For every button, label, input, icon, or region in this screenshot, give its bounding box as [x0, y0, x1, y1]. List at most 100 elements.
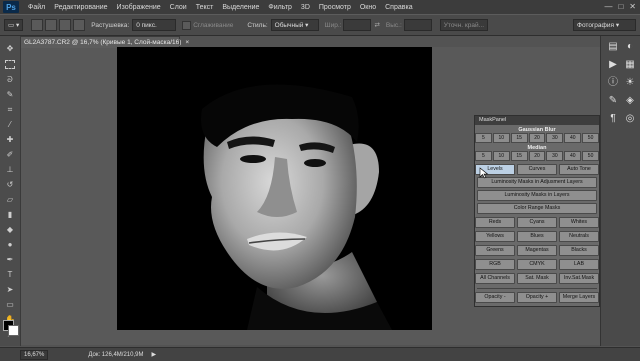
menu-edit[interactable]: Редактирование	[54, 4, 107, 11]
gaussian-30-button[interactable]: 30	[546, 133, 564, 143]
reds-button[interactable]: Reds	[475, 217, 515, 228]
antialias-checkbox[interactable]	[182, 20, 192, 30]
lab-button[interactable]: LAB	[559, 259, 599, 270]
blur-tool-icon[interactable]: ◆	[5, 225, 15, 235]
gradient-tool-icon[interactable]: ▮	[5, 210, 15, 220]
add-selection-icon[interactable]	[45, 19, 58, 31]
status-menu-arrow-icon[interactable]: ▶	[151, 351, 156, 358]
menu-window[interactable]: Окно	[360, 4, 376, 11]
dodge-tool-icon[interactable]: ●	[5, 240, 15, 250]
menu-view[interactable]: Просмотр	[319, 4, 351, 11]
opacity-minus-button[interactable]: Opacity -	[475, 292, 515, 303]
menu-layers[interactable]: Слои	[170, 4, 187, 11]
history-panel-icon[interactable]: ▤	[606, 40, 620, 54]
sat-mask-button[interactable]: Sat. Mask	[517, 273, 557, 284]
merge-layers-button[interactable]: Merge Layers	[559, 292, 599, 303]
tool-preset-picker[interactable]: ▭ ▾	[4, 19, 24, 31]
median-15-button[interactable]: 15	[510, 151, 528, 161]
crop-tool-icon[interactable]: ⌗	[5, 105, 15, 115]
shape-tool-icon[interactable]: ▭	[5, 300, 15, 310]
clone-stamp-tool-icon[interactable]: ⊥	[5, 165, 15, 175]
menu-filter[interactable]: Фильтр	[268, 4, 292, 11]
swap-icon[interactable]: ⇄	[374, 21, 379, 29]
cmyk-button[interactable]: CMYK	[517, 259, 557, 270]
menu-3d[interactable]: 3D	[301, 4, 310, 11]
gaussian-50-button[interactable]: 50	[582, 133, 600, 143]
all-channels-button[interactable]: All Channels	[475, 273, 515, 284]
paths-panel-icon[interactable]	[623, 94, 637, 108]
cyans-button[interactable]: Cyans	[517, 217, 557, 228]
lasso-tool-icon[interactable]: ᘐ	[5, 75, 15, 85]
close-tab-icon[interactable]: ×	[185, 39, 189, 46]
width-input[interactable]	[343, 19, 372, 31]
feather-input[interactable]: 0 пикс.	[132, 19, 177, 31]
blues-button[interactable]: Blues	[517, 231, 557, 242]
eyedropper-tool-icon[interactable]: ⁄	[5, 120, 15, 130]
minimize-icon[interactable]: —	[604, 2, 612, 11]
paragraph-panel-icon[interactable]: ¶	[606, 112, 620, 126]
healing-tool-icon[interactable]: ✚	[5, 135, 15, 145]
mask-panel-title[interactable]: MaskPanel	[475, 116, 599, 125]
zoom-level[interactable]: 16,67%	[20, 349, 49, 360]
channels-panel-icon[interactable]: ◎	[623, 112, 637, 126]
style-select[interactable]: Обычный ▾	[270, 19, 319, 31]
maximize-icon[interactable]: □	[618, 2, 623, 11]
median-40-button[interactable]: 40	[564, 151, 582, 161]
menu-select[interactable]: Выделение	[222, 4, 259, 11]
eraser-tool-icon[interactable]: ▱	[5, 195, 15, 205]
magentas-button[interactable]: Magentas	[517, 245, 557, 256]
menu-file[interactable]: Файл	[28, 4, 45, 11]
path-select-tool-icon[interactable]: ➤	[5, 285, 15, 295]
median-20-button[interactable]: 20	[528, 151, 546, 161]
brush-panel-icon[interactable]: ✎	[606, 94, 620, 108]
info-panel-icon[interactable]: ⓘ	[606, 76, 620, 90]
document-size: Док: 126,4M/210,9M	[88, 351, 144, 358]
luminosity-layers-button[interactable]: Luminosity Masks in Layers	[477, 190, 597, 201]
median-5-button[interactable]: 5	[475, 151, 492, 161]
new-selection-icon[interactable]	[31, 19, 44, 31]
workspace-select[interactable]: Фотография ▾	[573, 19, 636, 31]
color-panel-icon[interactable]: ◐	[623, 40, 637, 54]
menu-help[interactable]: Справка	[385, 4, 412, 11]
greens-button[interactable]: Greens	[475, 245, 515, 256]
actions-panel-icon[interactable]: ▶	[606, 58, 620, 72]
blacks-button[interactable]: Blacks	[559, 245, 599, 256]
neutrals-button[interactable]: Neutrals	[559, 231, 599, 242]
brush-tool-icon[interactable]: ✐	[5, 150, 15, 160]
median-50-button[interactable]: 50	[582, 151, 600, 161]
background-color-swatch[interactable]	[8, 325, 19, 336]
pen-tool-icon[interactable]: ✒	[5, 255, 15, 265]
luminosity-adjustment-layers-button[interactable]: Luminosity Masks in Adjusment Layers	[477, 177, 597, 188]
gaussian-5-button[interactable]: 5	[475, 133, 492, 143]
type-tool-icon[interactable]: T	[5, 270, 15, 280]
gaussian-40-button[interactable]: 40	[564, 133, 582, 143]
auto-tone-button[interactable]: Auto Tone	[559, 164, 599, 175]
refine-edge-button[interactable]: Уточн. край...	[439, 19, 489, 31]
color-row-4: RGB CMYK LAB	[475, 259, 599, 270]
intersect-selection-icon[interactable]	[73, 19, 86, 31]
curves-button[interactable]: Curves	[517, 164, 557, 175]
move-tool-icon[interactable]: ✥	[5, 44, 15, 54]
whites-button[interactable]: Whites	[559, 217, 599, 228]
color-range-masks-button[interactable]: Color Range Masks	[477, 203, 597, 214]
yellows-button[interactable]: Yellows	[475, 231, 515, 242]
median-10-button[interactable]: 10	[492, 151, 510, 161]
marquee-tool-icon[interactable]	[5, 60, 15, 69]
adjustments-panel-icon[interactable]: ☀	[623, 76, 637, 90]
rgb-button[interactable]: RGB	[475, 259, 515, 270]
history-brush-tool-icon[interactable]: ↺	[5, 180, 15, 190]
gaussian-10-button[interactable]: 10	[492, 133, 510, 143]
height-input[interactable]	[403, 19, 432, 31]
menu-image[interactable]: Изображение	[117, 4, 161, 11]
subtract-selection-icon[interactable]	[59, 19, 72, 31]
swatches-panel-icon[interactable]: ▦	[623, 58, 637, 72]
quick-select-tool-icon[interactable]: ✎	[5, 90, 15, 100]
document-image[interactable]	[117, 47, 432, 330]
median-30-button[interactable]: 30	[546, 151, 564, 161]
close-icon[interactable]: ✕	[629, 2, 636, 11]
inv-sat-mask-button[interactable]: Inv.Sat.Mask	[559, 273, 599, 284]
gaussian-20-button[interactable]: 20	[528, 133, 546, 143]
gaussian-15-button[interactable]: 15	[510, 133, 528, 143]
opacity-plus-button[interactable]: Opacity +	[517, 292, 557, 303]
menu-type[interactable]: Текст	[196, 4, 214, 11]
